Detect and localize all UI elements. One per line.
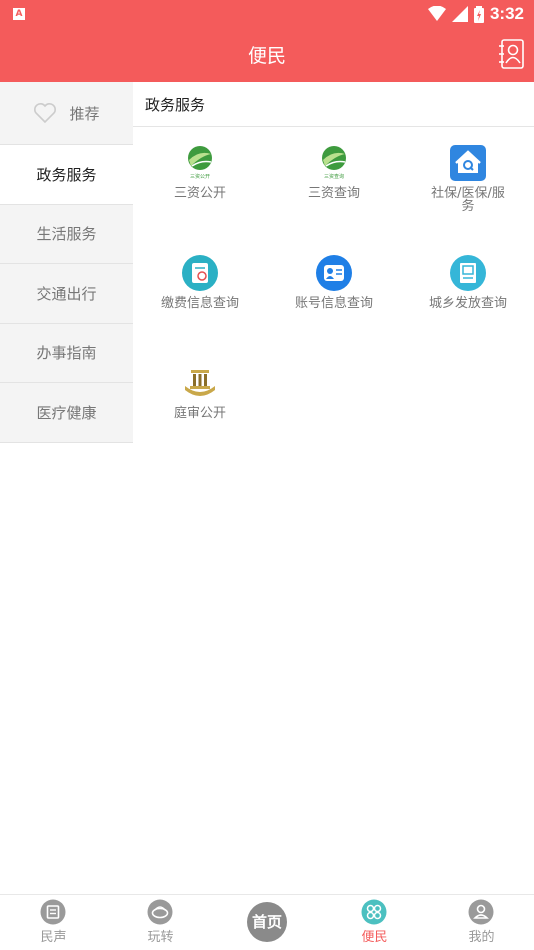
contacts-button[interactable] [499, 39, 525, 69]
sidebar-item-life[interactable]: 生活服务 [0, 205, 133, 264]
nav-label: 我的 [468, 930, 495, 945]
service-panel: 政务服务 三资公开 三资公开 三资查询 三资查询 社保/医保/服务 缴费信息查询… [133, 82, 534, 420]
sidebar-item-health[interactable]: 医疗健康 [0, 383, 133, 443]
page-title: 便民 [247, 45, 286, 67]
contacts-icon [499, 39, 524, 69]
id-card-icon [316, 255, 352, 291]
payment-bill-icon [182, 255, 218, 291]
explore-icon [147, 899, 173, 925]
service-label: 城乡发放查询 [428, 296, 507, 311]
sidebar-item-transport[interactable]: 交通出行 [0, 264, 133, 324]
voice-icon [40, 899, 66, 925]
house-icon [450, 145, 486, 181]
certificate-icon [450, 255, 486, 291]
courthouse-icon [185, 370, 215, 396]
sidebar-item-label: 政务服务 [36, 165, 97, 184]
service-account-query[interactable]: 账号信息查询 [267, 254, 401, 310]
service-label: 社保/医保/服务 [431, 186, 505, 214]
nav-bianmin[interactable]: 便民 [321, 895, 428, 950]
service-label: 账号信息查询 [294, 296, 373, 311]
sidebar-item-guide[interactable]: 办事指南 [0, 324, 133, 383]
nav-label: 便民 [361, 930, 388, 945]
service-sanzi-gongkai[interactable]: 三资公开 三资公开 [133, 144, 267, 200]
nav-minsheng[interactable]: 民声 [0, 895, 107, 950]
wifi-icon [427, 6, 446, 21]
battery-icon [473, 5, 484, 23]
sidebar-item-label: 生活服务 [36, 225, 97, 244]
sidebar-item-label: 办事指南 [36, 344, 97, 363]
svg-text:三资公开: 三资公开 [190, 173, 210, 180]
sidebar-item-label: 医疗健康 [36, 403, 97, 422]
signal-icon [451, 6, 468, 22]
nav-mine[interactable]: 我的 [428, 895, 534, 950]
sanzi-leaf-icon: 三资查询 [322, 146, 346, 180]
home-button[interactable]: 首页 [247, 902, 287, 942]
sidebar-item-label: 推荐 [69, 104, 100, 123]
heart-icon [34, 103, 57, 124]
status-time: 3:32 [489, 4, 524, 23]
service-social-insurance[interactable]: 社保/医保/服务 [401, 144, 534, 213]
service-label: 缴费信息查询 [160, 296, 239, 311]
bianmin-active-icon [361, 899, 387, 925]
service-label: 三资查询 [307, 186, 360, 201]
sidebar-item-government[interactable]: 政务服务 [0, 145, 133, 205]
svg-text:三资查询: 三资查询 [324, 173, 344, 180]
service-label: 三资公开 [173, 186, 226, 201]
section-title: 政务服务 [133, 82, 534, 127]
service-court-hearing[interactable]: 庭审公开 [133, 364, 267, 420]
profile-icon [468, 899, 494, 925]
status-bar: A 3:32 [0, 0, 534, 28]
sidebar-item-label: 交通出行 [36, 284, 97, 303]
sidebar-item-recommend[interactable]: 推荐 [0, 82, 133, 145]
notification-badge: A [13, 8, 25, 20]
service-label: 庭审公开 [173, 406, 226, 421]
service-urban-rural-query[interactable]: 城乡发放查询 [401, 254, 534, 310]
nav-wanzhuan[interactable]: 玩转 [107, 895, 214, 950]
nav-label: 玩转 [147, 930, 174, 945]
nav-label: 民声 [40, 930, 67, 945]
service-sanzi-chaxun[interactable]: 三资查询 三资查询 [267, 144, 401, 200]
service-payment-query[interactable]: 缴费信息查询 [133, 254, 267, 310]
category-sidebar: 推荐 政务服务 生活服务 交通出行 办事指南 医疗健康 [0, 82, 133, 443]
sanzi-leaf-icon: 三资公开 [188, 146, 212, 180]
status-icons: 3:32 [427, 4, 524, 24]
